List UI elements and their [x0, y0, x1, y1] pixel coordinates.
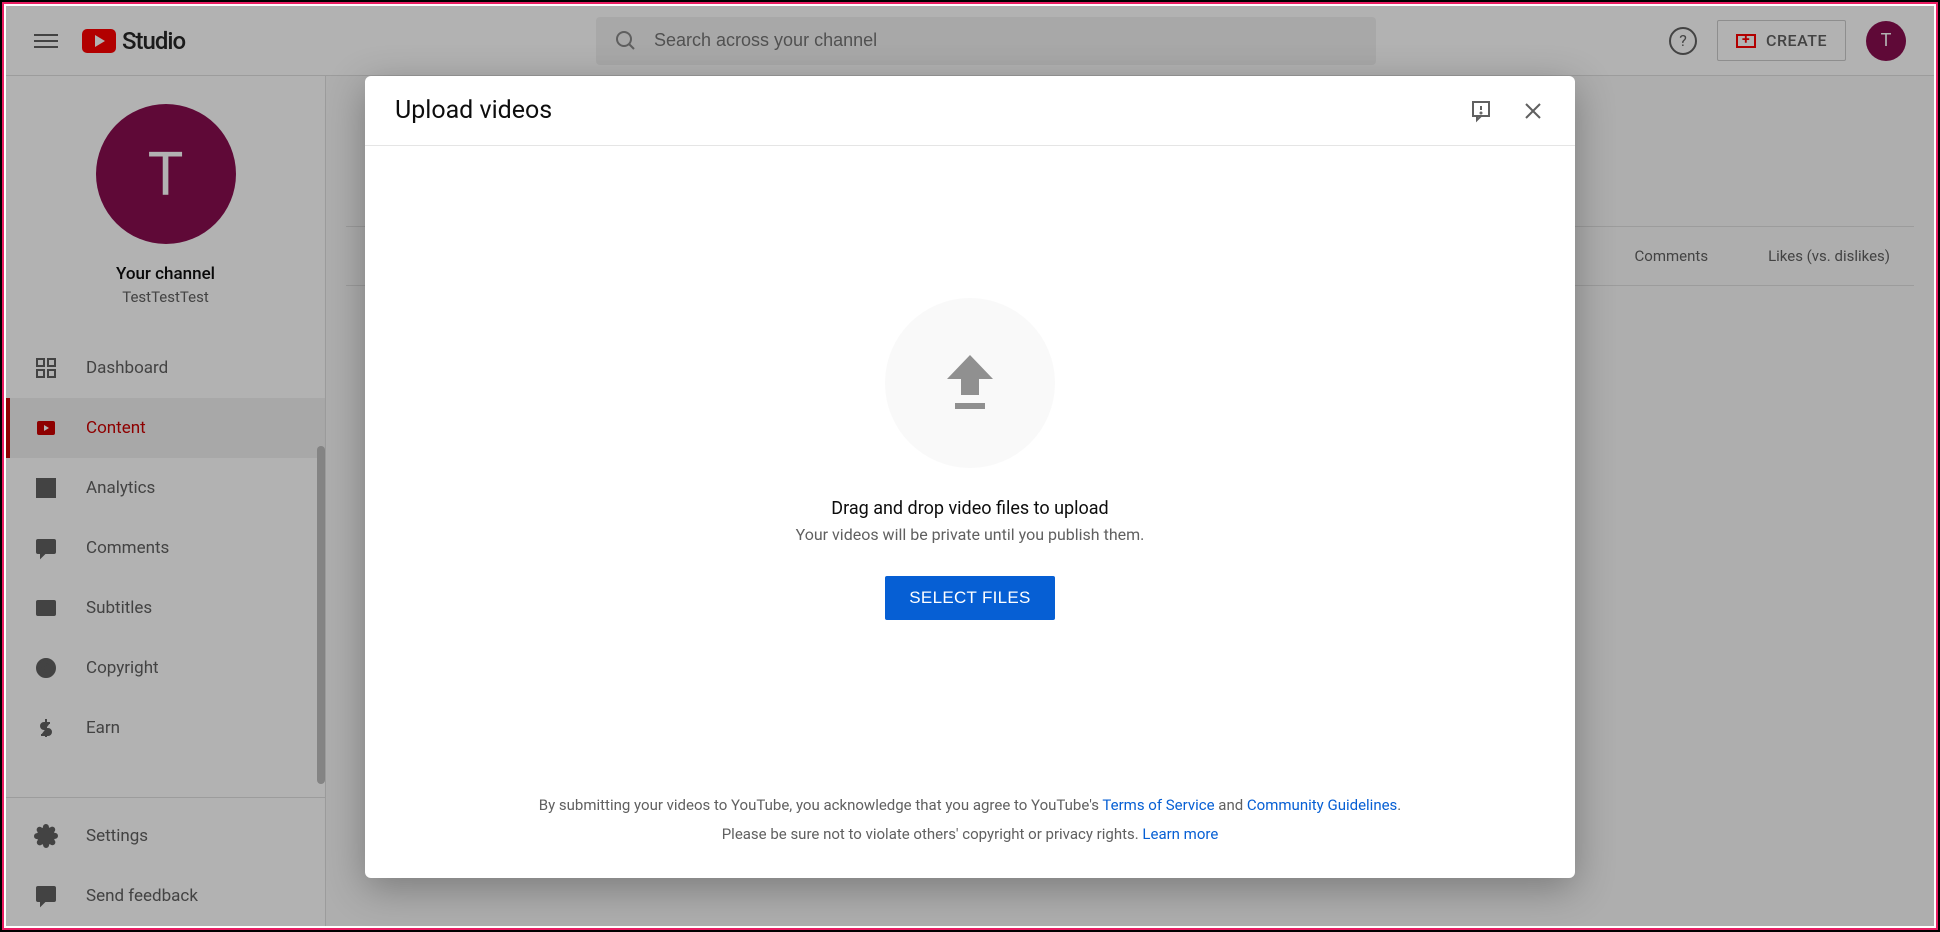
footer-text: By submitting your videos to YouTube, yo… [539, 796, 1103, 814]
select-files-button[interactable]: SELECT FILES [885, 576, 1054, 620]
drop-title: Drag and drop video files to upload [831, 498, 1108, 519]
upload-modal: Upload videos Drag and drop video files … [365, 76, 1575, 878]
footer-text: Please be sure not to violate others' co… [722, 825, 1143, 843]
guidelines-link[interactable]: Community Guidelines [1247, 796, 1397, 814]
upload-dropzone[interactable] [885, 298, 1055, 468]
close-icon[interactable] [1521, 99, 1545, 123]
learn-more-link[interactable]: Learn more [1142, 825, 1218, 843]
modal-body: Drag and drop video files to upload Your… [365, 146, 1575, 771]
modal-title: Upload videos [395, 96, 552, 125]
modal-footer: By submitting your videos to YouTube, yo… [365, 771, 1575, 878]
send-feedback-icon[interactable] [1469, 99, 1493, 123]
modal-header: Upload videos [365, 76, 1575, 146]
tos-link[interactable]: Terms of Service [1102, 796, 1214, 814]
footer-text: and [1215, 796, 1247, 814]
drop-subtitle: Your videos will be private until you pu… [796, 525, 1145, 544]
footer-text: . [1397, 796, 1401, 814]
upload-arrow-icon [945, 355, 995, 411]
